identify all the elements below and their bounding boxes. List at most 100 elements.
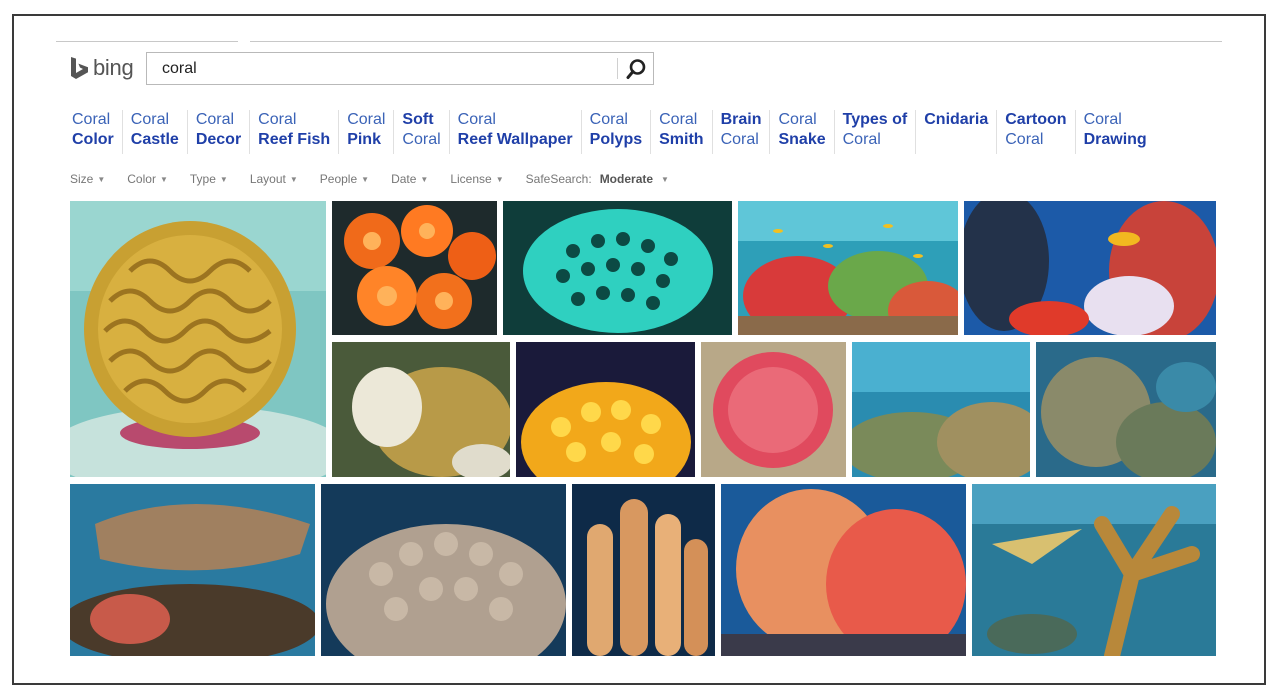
related-search-item[interactable]: Coral Drawing: [1076, 110, 1155, 154]
image-result-teal-honeycomb-coral[interactable]: [503, 201, 732, 335]
related-search-line1: Types of: [842, 111, 908, 128]
search-icon: [626, 58, 646, 79]
filter-layout[interactable]: Layout ▼: [250, 172, 298, 186]
related-search-line1: Soft: [402, 111, 434, 128]
top-divider: [56, 41, 238, 42]
chevron-down-icon: ▼: [661, 174, 669, 184]
image-result-elkhorn-coral[interactable]: [972, 484, 1216, 656]
related-search-line2: Snake: [778, 131, 826, 148]
image-result-reef-wide-view[interactable]: [852, 342, 1030, 477]
pink-coral-image: [701, 342, 846, 477]
filter-color[interactable]: Color ▼: [127, 172, 168, 186]
image-result-orange-sun-coral[interactable]: [332, 201, 497, 335]
filter-size[interactable]: Size ▼: [70, 172, 105, 186]
related-search-line2: Pink: [347, 131, 381, 148]
related-search-line2: Color: [72, 131, 114, 148]
search-separator: [617, 58, 618, 79]
filter-label: People: [319, 172, 358, 186]
top-divider: [250, 41, 1222, 42]
image-result-table-coral[interactable]: [70, 484, 315, 656]
related-search-line2: Reef Wallpaper: [457, 131, 573, 148]
image-result-pillar-coral[interactable]: [572, 484, 715, 656]
related-search-line1: Coral: [659, 111, 698, 128]
filter-label: Color: [127, 172, 156, 186]
related-search-line2: Coral: [720, 131, 759, 148]
teal-honeycomb-coral-image: [503, 201, 732, 335]
image-result-brain-coral[interactable]: [70, 201, 326, 477]
filter-type[interactable]: Type ▼: [190, 172, 228, 186]
search-box: [146, 52, 654, 85]
filter-label: License: [450, 172, 492, 186]
related-search-line2: Coral: [402, 131, 441, 148]
orange-sun-coral-image: [332, 201, 497, 335]
related-search-item[interactable]: Cnidaria: [916, 110, 998, 154]
related-search-line2: Coral: [842, 131, 881, 148]
image-result-blue-reef-scene[interactable]: [964, 201, 1216, 335]
related-search-line2: Polyps: [589, 131, 643, 148]
chevron-down-icon: ▼: [420, 174, 429, 184]
related-search-line2: Drawing: [1083, 131, 1147, 148]
related-search-line1: Coral: [72, 111, 111, 128]
filter-safesearch[interactable]: SafeSearch: Moderate ▼: [526, 172, 669, 186]
bing-logo[interactable]: bing: [70, 55, 134, 81]
related-search-item[interactable]: Coral Reef Fish: [250, 110, 340, 154]
chevron-down-icon: ▼: [219, 174, 228, 184]
related-search-line1: Coral: [195, 111, 235, 128]
related-search-line1: Coral: [589, 111, 628, 128]
search-button[interactable]: [619, 53, 653, 84]
table-coral-image: [70, 484, 315, 656]
beige-finger-coral-image: [321, 484, 566, 656]
image-result-reef-boulders[interactable]: [1036, 342, 1216, 477]
image-result-sea-fans[interactable]: [721, 484, 966, 656]
reef-with-fish-image: [738, 201, 958, 335]
related-search-line1: Coral: [258, 111, 297, 128]
related-search-item[interactable]: Coral Pink: [339, 110, 395, 154]
filter-label: Type: [189, 172, 216, 186]
reef-wide-view-image: [852, 342, 1030, 477]
related-search-line2: Smith: [659, 131, 704, 148]
related-search-line1: Coral: [130, 111, 170, 128]
related-search-line1: Coral: [778, 111, 817, 128]
chevron-down-icon: ▼: [289, 174, 298, 184]
related-search-line1: Coral: [347, 111, 386, 128]
filter-license[interactable]: License ▼: [450, 172, 503, 186]
chevron-down-icon: ▼: [495, 174, 504, 184]
image-result-reef-with-fish[interactable]: [738, 201, 958, 335]
related-search-item[interactable]: Types of Coral: [835, 110, 917, 154]
safesearch-value: Moderate: [599, 172, 654, 186]
related-search-item[interactable]: Coral Snake: [770, 110, 835, 154]
pillar-coral-image: [572, 484, 715, 656]
image-result-white-yellow-coral[interactable]: [332, 342, 510, 477]
related-search-line1: Coral: [457, 111, 496, 128]
logo-text: bing: [93, 55, 134, 80]
related-search-item[interactable]: Coral Polyps: [582, 110, 652, 154]
related-search-item[interactable]: Soft Coral: [394, 110, 450, 154]
chevron-down-icon: ▼: [159, 174, 168, 184]
related-search-line1: Cartoon: [1005, 111, 1067, 128]
blue-reef-scene-image: [964, 201, 1216, 335]
filter-label: Size: [70, 172, 94, 186]
safesearch-label: SafeSearch:: [525, 172, 592, 186]
related-search-item[interactable]: Coral Color: [64, 110, 123, 154]
related-search-line1: Brain: [720, 111, 762, 128]
related-search-item[interactable]: Coral Reef Wallpaper: [450, 110, 582, 154]
related-search-item[interactable]: Brain Coral: [713, 110, 771, 154]
related-search-line2: Coral: [1005, 131, 1044, 148]
image-result-beige-finger-coral[interactable]: [321, 484, 566, 656]
reef-boulders-image: [1036, 342, 1216, 477]
image-result-yellow-polyps[interactable]: [516, 342, 695, 477]
filter-date[interactable]: Date ▼: [391, 172, 428, 186]
search-input[interactable]: [147, 53, 632, 84]
filter-label: Date: [391, 172, 417, 186]
elkhorn-coral-image: [972, 484, 1216, 656]
image-result-pink-coral[interactable]: [701, 342, 846, 477]
filter-people[interactable]: People ▼: [320, 172, 369, 186]
related-search-item[interactable]: Coral Castle: [123, 110, 188, 154]
related-search-line1: Coral: [1083, 111, 1122, 128]
filter-label: Layout: [249, 172, 286, 186]
bing-logo-icon: [71, 57, 88, 79]
related-search-item[interactable]: Coral Smith: [651, 110, 713, 154]
related-search-item[interactable]: Coral Decor: [188, 110, 251, 154]
white-yellow-coral-image: [332, 342, 510, 477]
related-search-item[interactable]: Cartoon Coral: [997, 110, 1076, 154]
